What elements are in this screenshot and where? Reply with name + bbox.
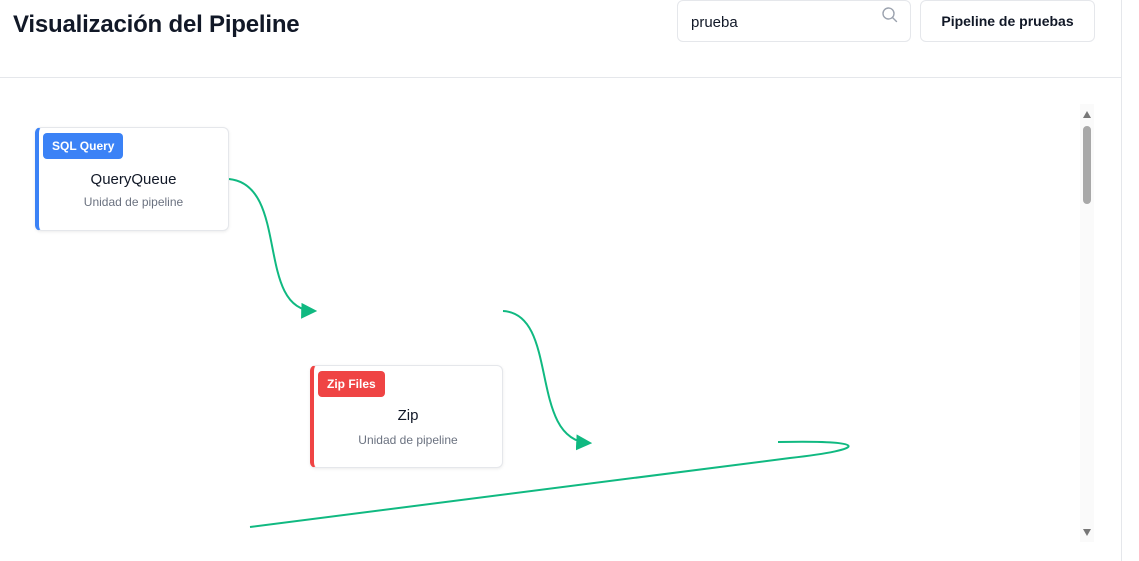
- page-title: Visualización del Pipeline: [13, 11, 300, 38]
- pipeline-node-queryqueue[interactable]: SQL Query QueryQueue Unidad de pipeline: [35, 127, 229, 231]
- node-name: Zip: [397, 407, 419, 424]
- scroll-down-arrow-icon[interactable]: [1083, 529, 1091, 536]
- search-box[interactable]: [677, 0, 911, 42]
- search-input[interactable]: [691, 12, 871, 32]
- pipeline-node-zip[interactable]: Zip Files Zip Unidad de pipeline: [310, 365, 503, 468]
- header: Visualización del Pipeline Pipeline de p…: [0, 0, 1121, 78]
- node-name: QueryQueue: [90, 171, 177, 188]
- search-icon[interactable]: [881, 6, 899, 24]
- canvas-scrollbar[interactable]: [1080, 104, 1094, 542]
- node-subtitle: Unidad de pipeline: [83, 195, 184, 209]
- panel-divider: [1121, 0, 1122, 561]
- node-subtitle: Unidad de pipeline: [358, 433, 458, 447]
- pipeline-visualization-page: Visualización del Pipeline Pipeline de p…: [0, 0, 1139, 561]
- scroll-thumb[interactable]: [1083, 126, 1091, 204]
- node-type-badge: Zip Files: [318, 371, 385, 397]
- node-type-badge: SQL Query: [43, 133, 124, 159]
- pipeline-selector-button[interactable]: Pipeline de pruebas: [920, 0, 1095, 42]
- scroll-up-arrow-icon[interactable]: [1083, 111, 1091, 118]
